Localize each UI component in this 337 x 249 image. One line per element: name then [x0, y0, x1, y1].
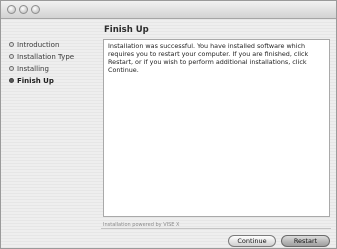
step-label: Installing [17, 65, 49, 73]
step-label: Installation Type [17, 53, 75, 61]
close-window-button[interactable] [7, 5, 16, 14]
step-label: Finish Up [17, 77, 54, 85]
current-step-bullet-icon [9, 77, 14, 83]
step-installing: Installing [9, 64, 99, 75]
step-bullet-icon [9, 41, 14, 47]
continue-button[interactable]: Continue [228, 235, 276, 247]
restart-button[interactable]: Restart [281, 235, 330, 247]
minimize-window-button[interactable] [19, 5, 28, 14]
page-title: Finish Up [104, 25, 149, 35]
zoom-window-button[interactable] [31, 5, 40, 14]
message-panel: Installation was successful. You have in… [103, 39, 330, 217]
step-bullet-icon [9, 65, 14, 71]
step-label: Introduction [17, 41, 60, 49]
step-installation-type: Installation Type [9, 52, 99, 63]
step-introduction: Introduction [9, 40, 99, 51]
footer-divider [101, 228, 331, 229]
title-bar[interactable] [1, 1, 336, 19]
installer-steps-sidebar: Introduction Installation Type Installin… [9, 40, 99, 88]
completion-message: Installation was successful. You have in… [108, 42, 309, 74]
step-bullet-icon [9, 53, 14, 59]
step-finish-up: Finish Up [9, 76, 99, 87]
installer-window: Introduction Installation Type Installin… [0, 0, 337, 249]
